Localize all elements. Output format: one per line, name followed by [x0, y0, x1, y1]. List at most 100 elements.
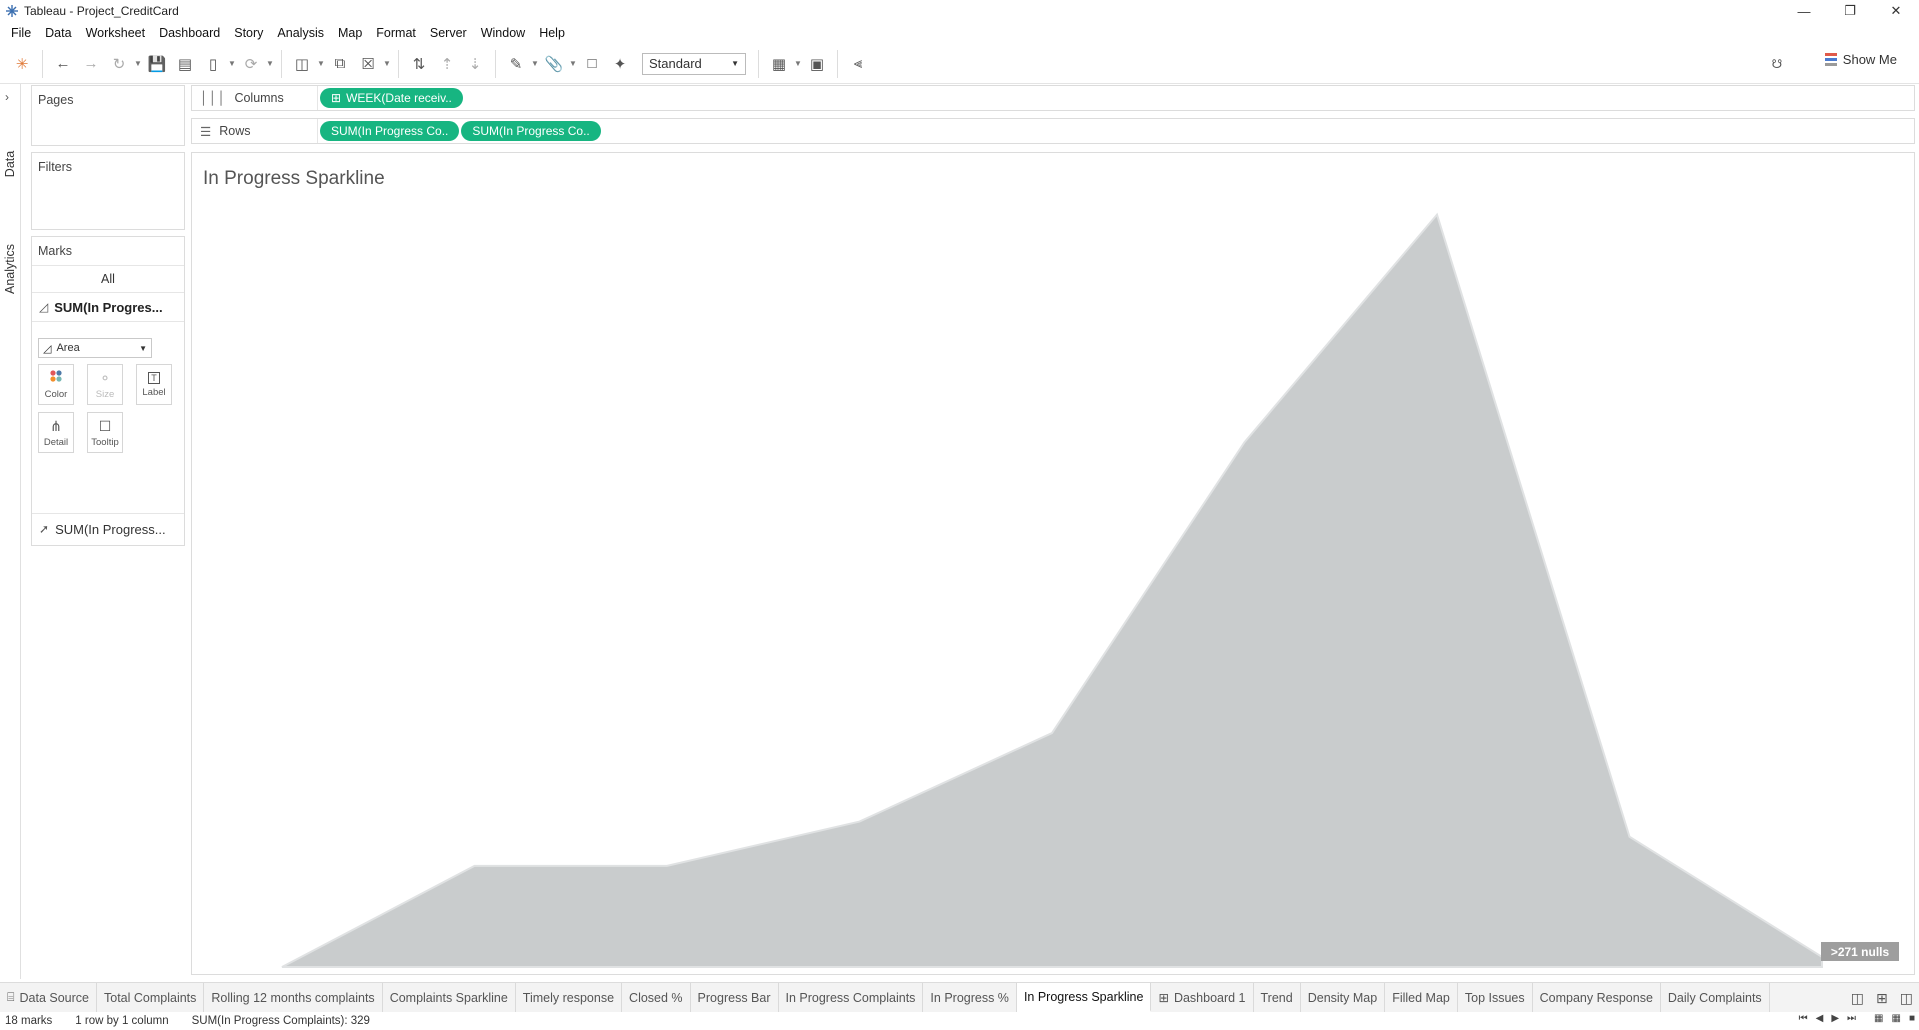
field-pill[interactable]: SUM(In Progress Co.. [461, 121, 601, 141]
expand-panel-icon[interactable]: › [5, 90, 9, 104]
field-pill[interactable]: ⊞ WEEK(Date receiv.. [320, 88, 463, 108]
prev-sheet-icon[interactable]: ◀ [1816, 1013, 1824, 1024]
rows-shelf[interactable]: ☰ Rows SUM(In Progress Co.. SUM(In Progre… [191, 118, 1915, 144]
marks-measure-tab[interactable]: ◿ SUM(In Progres... [39, 295, 163, 319]
restore-icon[interactable]: ❐ [1827, 0, 1873, 22]
mark-type-select[interactable]: ◿ Area ▼ [38, 338, 152, 358]
sheet-tab[interactable]: Company Response [1533, 983, 1661, 1012]
menu-map[interactable]: Map [331, 26, 369, 40]
sheet-tab[interactable]: Trend [1254, 983, 1301, 1012]
sort-descending-icon[interactable]: ⇣ [461, 50, 489, 78]
filters-card[interactable]: Filters [31, 152, 185, 230]
title-bar: Tableau - Project_CreditCard — ❐ ✕ [0, 0, 1919, 22]
menu-dashboard[interactable]: Dashboard [152, 26, 227, 40]
tableau-home-icon[interactable]: ✳ [8, 50, 36, 78]
dropdown-chevron-icon[interactable]: ▼ [382, 50, 392, 78]
menu-server[interactable]: Server [423, 26, 474, 40]
first-sheet-icon[interactable]: ⏮ [1799, 1013, 1808, 1024]
sheet-tab[interactable]: In Progress % [923, 983, 1017, 1012]
marks-all-tab[interactable]: All [32, 266, 184, 292]
dropdown-chevron-icon[interactable]: ▼ [227, 50, 237, 78]
label-button[interactable]: T Label [136, 364, 172, 405]
menu-analysis[interactable]: Analysis [270, 26, 331, 40]
area-series[interactable] [281, 212, 1823, 968]
tab-analytics[interactable]: Analytics [0, 234, 21, 304]
pages-card[interactable]: Pages [31, 85, 185, 146]
sheet-tab[interactable]: In Progress Sparkline [1016, 983, 1152, 1012]
menu-file[interactable]: File [4, 26, 38, 40]
presentation-mode-icon[interactable]: ▣ [803, 50, 831, 78]
mark-type-value: Area [56, 342, 80, 354]
tooltip-button[interactable]: ☐ Tooltip [87, 412, 123, 453]
tabs-view-icon[interactable]: ■ [1909, 1013, 1915, 1024]
fix-axes-icon[interactable]: ✦ [606, 50, 634, 78]
show-cards-icon[interactable]: ▦ [765, 50, 793, 78]
sheet-tab[interactable]: In Progress Complaints [779, 983, 924, 1012]
show-me-button[interactable]: Show Me [1824, 52, 1897, 67]
marks-measure-label: SUM(In Progres... [54, 299, 163, 315]
dropdown-chevron-icon[interactable]: ▼ [793, 50, 803, 78]
replay-icon[interactable]: ↻ [105, 50, 133, 78]
sheet-tab[interactable]: Timely response [516, 983, 623, 1012]
redo-icon[interactable]: → [77, 50, 105, 78]
sheet-sorter-icon[interactable]: ▦ [1892, 1013, 1901, 1024]
sheet-tab[interactable]: Density Map [1301, 983, 1386, 1012]
last-sheet-icon[interactable]: ⏭ [1847, 1013, 1856, 1024]
menu-story[interactable]: Story [227, 26, 270, 40]
tab-analytics-label: Analytics [3, 243, 18, 295]
nulls-indicator[interactable]: >271 nulls [1821, 942, 1899, 961]
show-mark-labels-icon[interactable]: □ [578, 50, 606, 78]
fit-select[interactable]: Standard ▼ [642, 52, 746, 75]
tab-data[interactable]: Data [0, 144, 21, 184]
new-worksheet-icon[interactable]: ◫ [288, 50, 316, 78]
new-datasource-icon[interactable]: ▤ [171, 50, 199, 78]
new-story-icon[interactable]: ◫ [1900, 990, 1913, 1007]
dropdown-chevron-icon[interactable]: ▼ [133, 50, 143, 78]
clear-sheet-icon[interactable]: ☒ [354, 50, 382, 78]
menu-help[interactable]: Help [532, 26, 572, 40]
pause-updates-icon[interactable]: ▯ [199, 50, 227, 78]
sheet-tab[interactable]: Rolling 12 months complaints [204, 983, 383, 1012]
new-worksheet-icon[interactable]: ◫ [1851, 990, 1864, 1007]
sheet-tab[interactable]: ⊞ Dashboard 1 [1151, 983, 1254, 1012]
sheet-tab[interactable]: Progress Bar [691, 983, 779, 1012]
refresh-icon[interactable]: ⟳ [237, 50, 265, 78]
marks-second-tab[interactable]: ➚ SUM(In Progress... [39, 517, 166, 541]
sheet-tab[interactable]: Top Issues [1458, 983, 1533, 1012]
menu-format[interactable]: Format [369, 26, 423, 40]
sheet-tab[interactable]: Filled Map [1385, 983, 1458, 1012]
color-button[interactable]: Color [38, 364, 74, 405]
dropdown-chevron-icon[interactable]: ▼ [265, 50, 275, 78]
film-strip-icon[interactable]: ▦ [1874, 1013, 1883, 1024]
ask-data-icon[interactable]: ☋ [1765, 52, 1789, 76]
menu-window[interactable]: Window [474, 26, 532, 40]
sheet-tab[interactable]: Daily Complaints [1661, 983, 1770, 1012]
dropdown-chevron-icon[interactable]: ▼ [530, 50, 540, 78]
sort-ascending-icon[interactable]: ⇡ [433, 50, 461, 78]
swap-rows-columns-icon[interactable]: ⇅ [405, 50, 433, 78]
minimize-icon[interactable]: — [1781, 0, 1827, 22]
duplicate-sheet-icon[interactable]: ⧉ [326, 50, 354, 78]
close-icon[interactable]: ✕ [1873, 0, 1919, 22]
menu-worksheet[interactable]: Worksheet [79, 26, 153, 40]
toolbar: ✳ ← → ↻ ▼ 💾 ▤ ▯ ▼ ⟳ ▼ ◫ ▼ ⧉ ☒ ▼ ⇅ ⇡ ⇣ ✎ … [0, 44, 1919, 84]
dropdown-chevron-icon[interactable]: ▼ [568, 50, 578, 78]
share-icon[interactable]: ⫷ [844, 50, 872, 78]
detail-button[interactable]: ⋔ Detail [38, 412, 74, 453]
undo-icon[interactable]: ← [49, 50, 77, 78]
menu-data[interactable]: Data [38, 26, 78, 40]
sheet-tab[interactable]: ⌸ Data Source [0, 983, 97, 1012]
sheet-tab[interactable]: Total Complaints [97, 983, 205, 1012]
new-dashboard-icon[interactable]: ⊞ [1876, 990, 1888, 1007]
sheet-tab[interactable]: Complaints Sparkline [383, 983, 516, 1012]
field-pill[interactable]: SUM(In Progress Co.. [320, 121, 460, 141]
group-members-icon[interactable]: 📎 [540, 50, 568, 78]
save-icon[interactable]: 💾 [143, 50, 171, 78]
dropdown-chevron-icon[interactable]: ▼ [316, 50, 326, 78]
columns-shelf[interactable]: │││ Columns ⊞ WEEK(Date receiv.. [191, 85, 1915, 111]
viz-canvas[interactable]: In Progress Sparkline >271 nulls [191, 152, 1915, 975]
next-sheet-icon[interactable]: ▶ [1831, 1013, 1839, 1024]
size-button[interactable]: ⚬ Size [87, 364, 123, 405]
highlight-icon[interactable]: ✎ [502, 50, 530, 78]
sheet-tab[interactable]: Closed % [622, 983, 691, 1012]
